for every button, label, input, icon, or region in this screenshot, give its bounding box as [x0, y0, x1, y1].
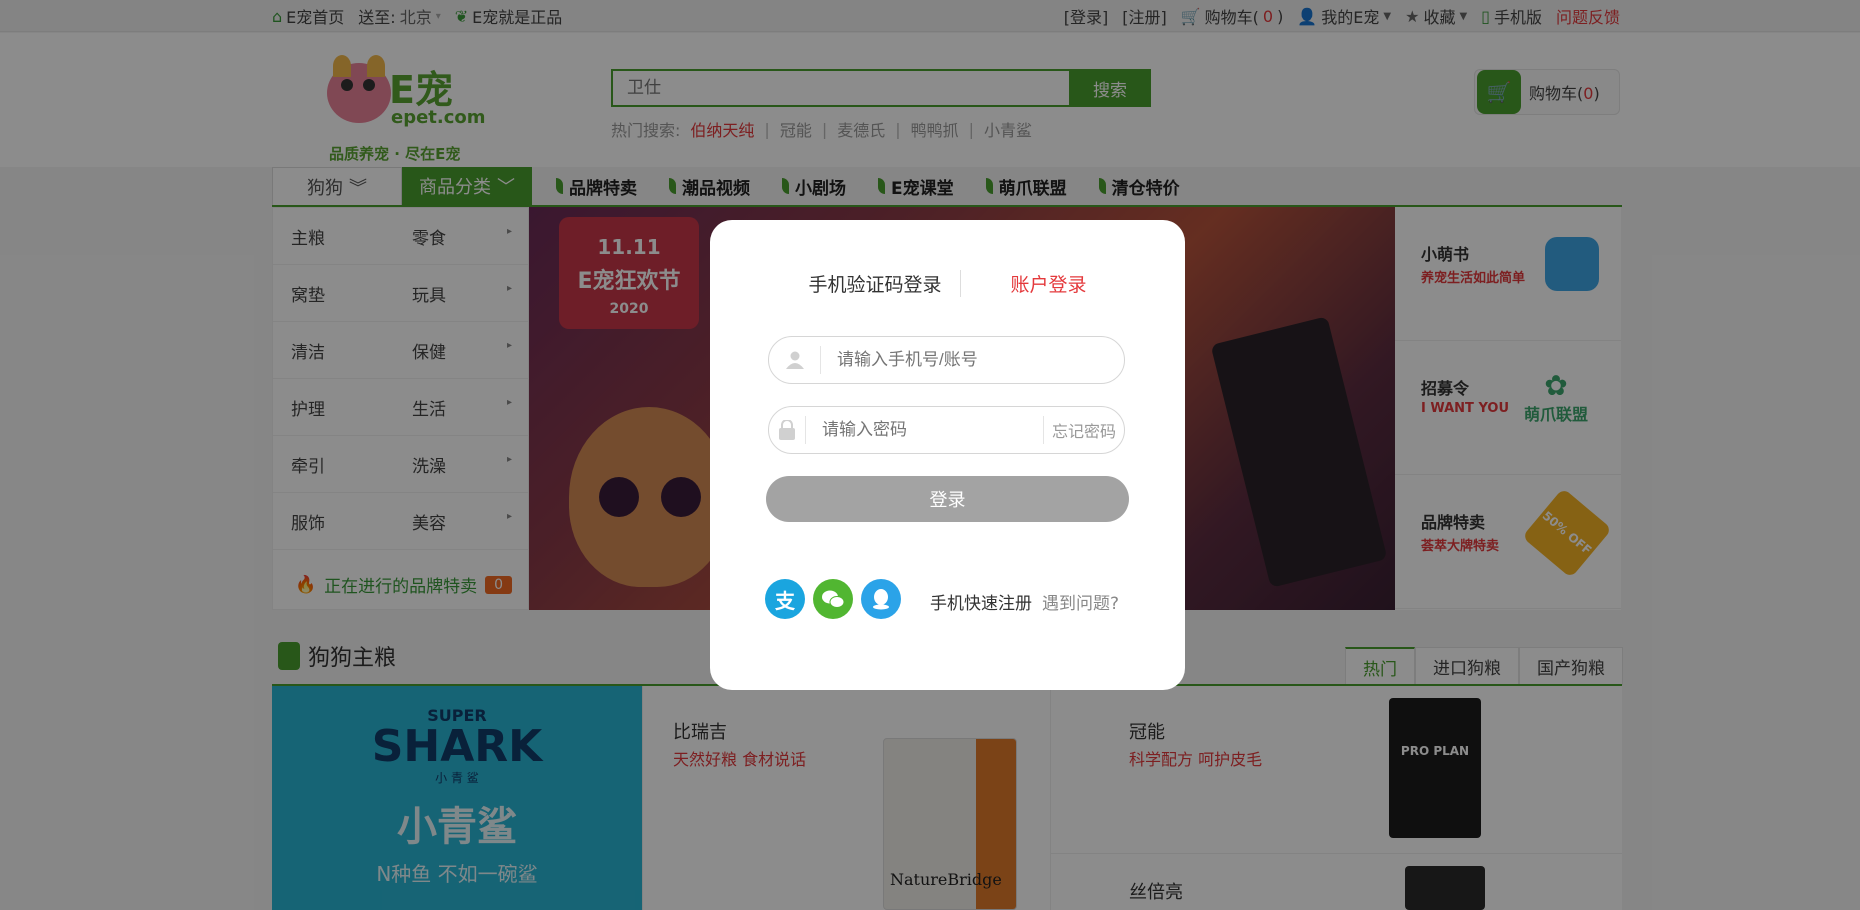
account-input[interactable] [821, 350, 1124, 370]
forgot-password-link[interactable]: 忘记密码 [1042, 416, 1124, 444]
account-field [768, 336, 1125, 384]
login-button[interactable]: 登录 [766, 476, 1129, 522]
tab-sms-login[interactable]: 手机验证码登录 [808, 270, 961, 297]
tab-account-login[interactable]: 账户登录 [961, 270, 1087, 297]
qq-icon[interactable] [861, 579, 901, 619]
password-field: 忘记密码 [768, 406, 1125, 454]
help-link[interactable]: 遇到问题? [1042, 589, 1119, 614]
modal-links: 手机快速注册 遇到问题? [930, 589, 1119, 614]
user-icon [769, 346, 821, 374]
wechat-icon[interactable] [813, 579, 853, 619]
lock-icon [769, 416, 806, 444]
alipay-icon[interactable]: 支 [765, 579, 805, 619]
quick-register-link[interactable]: 手机快速注册 [930, 589, 1032, 614]
login-modal: 手机验证码登录 账户登录 忘记密码 登录 支 手机快速注册 遇到问题? [710, 220, 1185, 690]
login-tabs: 手机验证码登录 账户登录 [710, 270, 1185, 297]
password-input[interactable] [805, 420, 1043, 440]
social-login: 支 [765, 579, 901, 619]
